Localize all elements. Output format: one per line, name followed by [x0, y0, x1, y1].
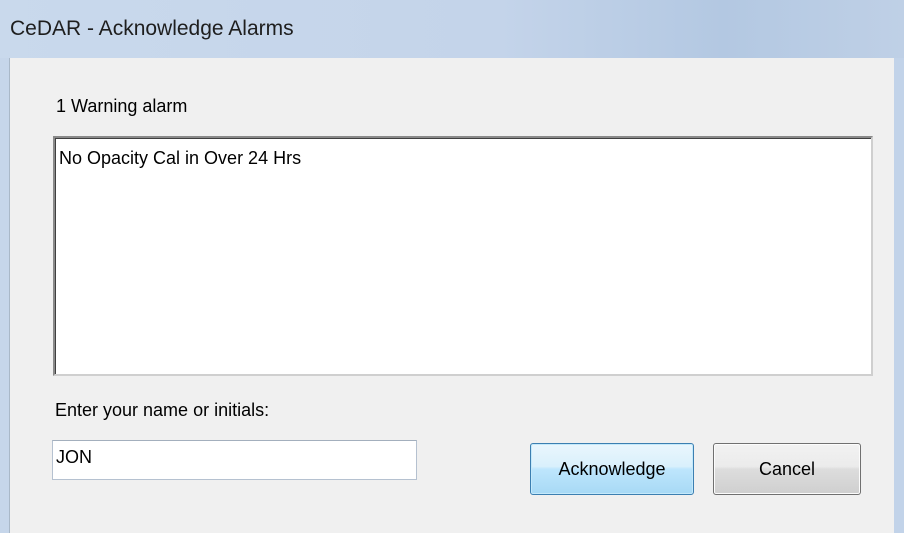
window-frame-right — [894, 58, 904, 533]
window-title: CeDAR - Acknowledge Alarms — [10, 17, 294, 40]
name-input[interactable] — [52, 440, 417, 480]
alarm-count-label: 1 Warning alarm — [56, 96, 188, 116]
name-field-label: Enter your name or initials: — [55, 400, 270, 420]
alarm-list[interactable]: No Opacity Cal in Over 24 Hrs — [53, 136, 873, 376]
acknowledge-alarms-dialog: CeDAR - Acknowledge Alarms 1 Warning ala… — [0, 0, 904, 533]
cancel-button[interactable]: Cancel — [713, 443, 861, 495]
acknowledge-button[interactable]: Acknowledge — [530, 443, 694, 495]
title-bar[interactable]: CeDAR - Acknowledge Alarms — [0, 0, 904, 58]
list-item[interactable]: No Opacity Cal in Over 24 Hrs — [59, 148, 301, 169]
frame-divider — [9, 58, 10, 533]
